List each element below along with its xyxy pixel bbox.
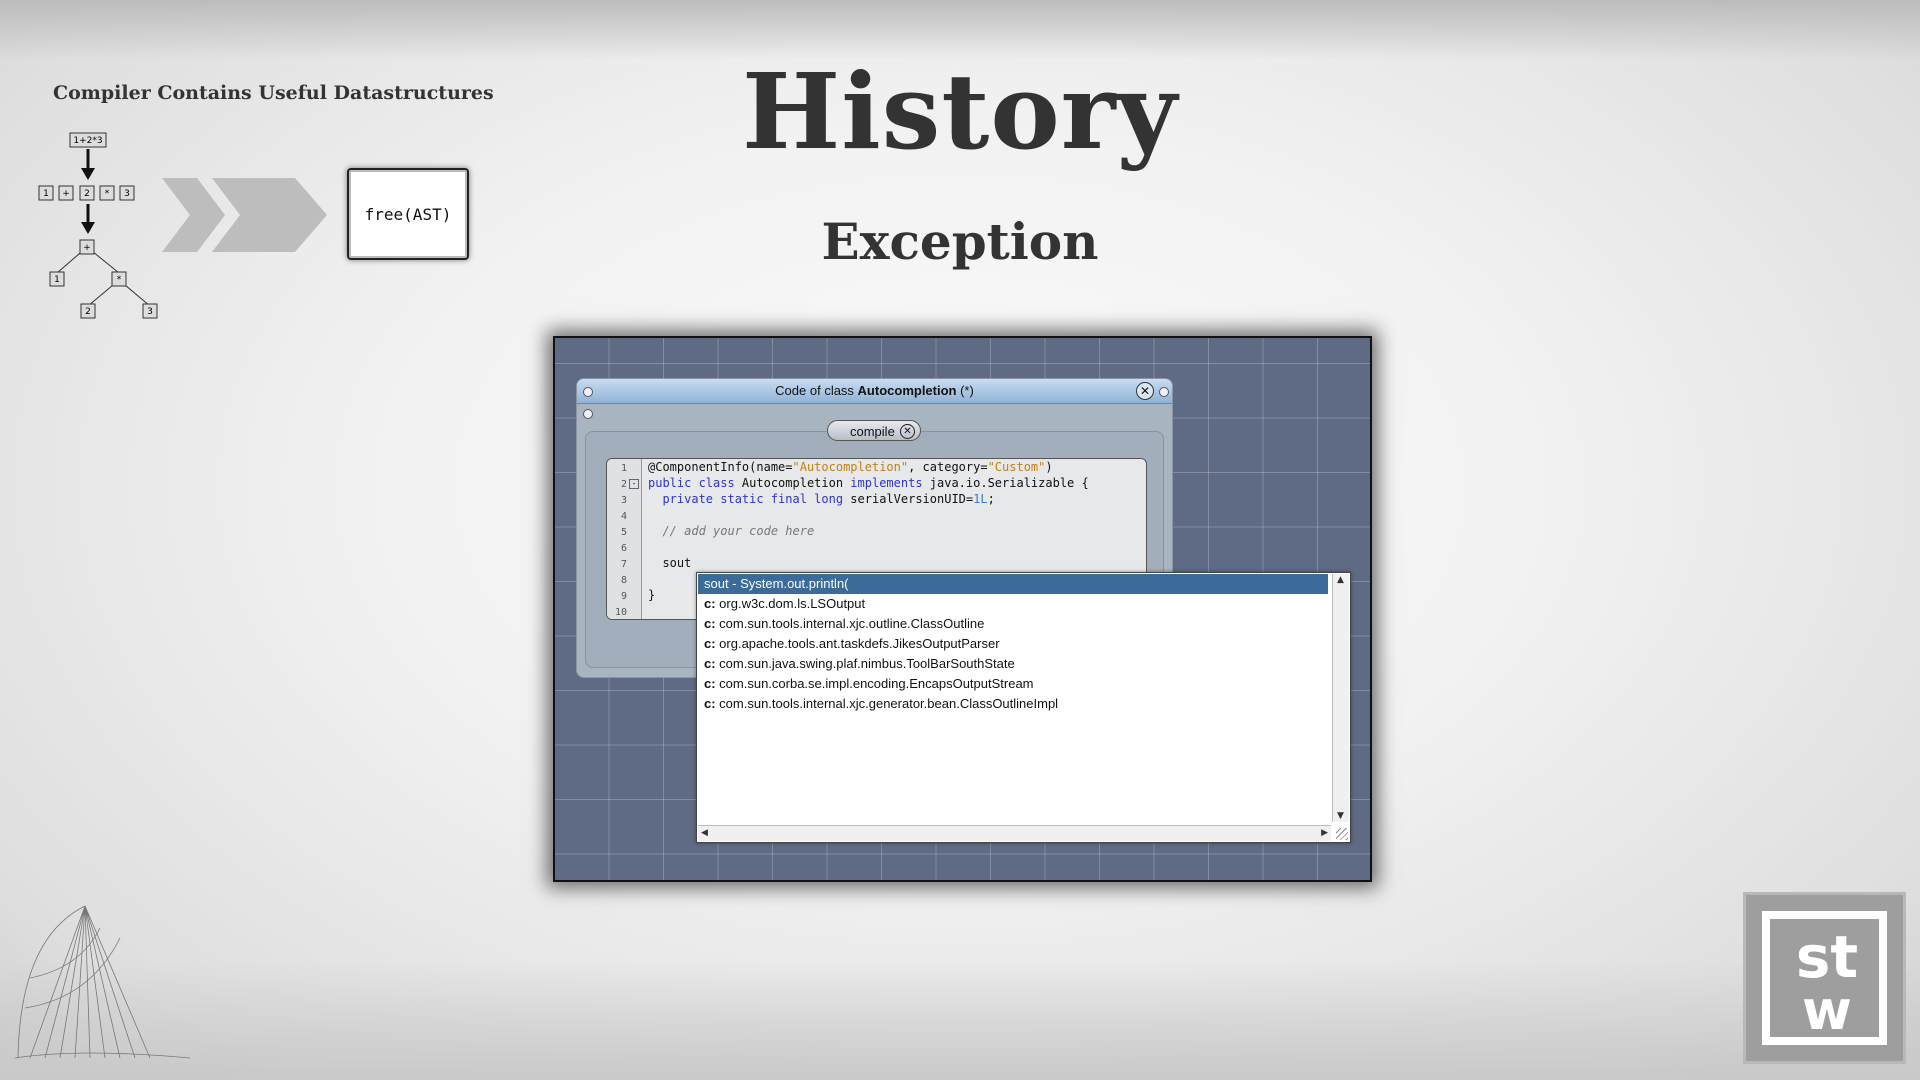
token: 1 — [43, 189, 49, 199]
line-number: 10 — [614, 607, 627, 618]
resize-grip-icon[interactable] — [1336, 828, 1348, 840]
token: 2 — [84, 189, 90, 199]
autocomplete-item[interactable]: c: com.sun.corba.se.impl.encoding.Encaps… — [698, 674, 1328, 694]
vertical-scrollbar[interactable]: ▲ ▼ — [1332, 574, 1349, 822]
slide-subtitle: Exception — [821, 212, 1099, 271]
stw-logo: st w — [1743, 892, 1906, 1064]
fold-icon[interactable]: - — [629, 478, 639, 489]
expression-text: 1+2*3 — [73, 136, 102, 146]
scroll-right-icon[interactable]: ▶ — [1321, 828, 1328, 838]
tree-node: 2 — [85, 307, 91, 317]
autocomplete-item[interactable]: c: com.sun.java.swing.plaf.nimbus.ToolBa… — [698, 654, 1328, 674]
code-line: public class Autocompletion implements j… — [648, 476, 1089, 490]
chevron-right-icon — [162, 178, 327, 252]
code-window-titlebar[interactable]: Code of class Autocompletion (*) — [577, 379, 1172, 404]
bottom-shade — [0, 960, 1920, 1080]
code-line: private static final long serialVersionU… — [662, 492, 995, 506]
close-icon[interactable]: ✕ — [900, 424, 915, 439]
window-title-class: Autocompletion — [857, 383, 957, 398]
autocomplete-item[interactable]: c: org.apache.tools.ant.taskdefs.JikesOu… — [698, 634, 1328, 654]
window-title-suffix: (*) — [956, 383, 974, 398]
window-title-prefix: Code of class — [775, 383, 858, 398]
connector-dot[interactable] — [583, 387, 593, 397]
compile-label: compile — [850, 424, 895, 439]
code-line: // add your code here — [648, 524, 815, 538]
decorative-sketch-icon — [14, 905, 191, 1059]
autocomplete-popup[interactable]: sout - System.out.println( c: org.w3c.do… — [696, 572, 1351, 843]
scroll-left-icon[interactable]: ◀ — [701, 828, 708, 838]
connector-dot[interactable] — [583, 409, 593, 419]
horizontal-scrollbar[interactable]: ◀ ▶ — [698, 825, 1331, 841]
slide-title: History — [742, 50, 1178, 173]
autocomplete-item[interactable]: c: com.sun.tools.internal.xjc.outline.Cl… — [698, 614, 1328, 634]
autocomplete-item[interactable]: c: org.w3c.dom.ls.LSOutput — [698, 594, 1328, 614]
token: + — [62, 189, 70, 199]
code-line: } — [648, 588, 656, 602]
logo-letters: st w — [1796, 925, 1858, 1035]
close-icon[interactable]: ✕ — [1136, 382, 1154, 400]
compile-button[interactable]: compile ✕ — [827, 420, 921, 441]
tree-node: 1 — [54, 275, 60, 285]
token-row: 1 + 2 * 3 — [38, 185, 135, 201]
ide-screenshot: Code of class Autocompletion (*) ✕ compi… — [553, 336, 1372, 882]
connector-dot[interactable] — [1159, 387, 1169, 397]
scroll-up-icon[interactable]: ▲ — [1337, 575, 1344, 585]
free-ast-box: free(AST) — [347, 168, 469, 260]
code-line: @ComponentInfo(name="Autocompletion", ca… — [648, 460, 1053, 474]
tree-node: + — [83, 243, 91, 253]
syntax-tree: + 1 * 2 3 — [49, 239, 158, 319]
svg-text:w: w — [1802, 979, 1852, 1035]
token: 3 — [124, 189, 130, 199]
autocomplete-item[interactable]: c: com.sun.tools.internal.xjc.generator.… — [698, 694, 1328, 714]
autocomplete-item[interactable]: sout - System.out.println( — [698, 574, 1328, 594]
scroll-down-icon[interactable]: ▼ — [1337, 811, 1344, 821]
tree-node: 3 — [147, 307, 153, 317]
compiler-heading: Compiler Contains Useful Datastructures — [53, 82, 494, 104]
code-line: sout — [648, 556, 692, 570]
token: * — [105, 189, 110, 199]
tree-node: * — [117, 275, 122, 285]
